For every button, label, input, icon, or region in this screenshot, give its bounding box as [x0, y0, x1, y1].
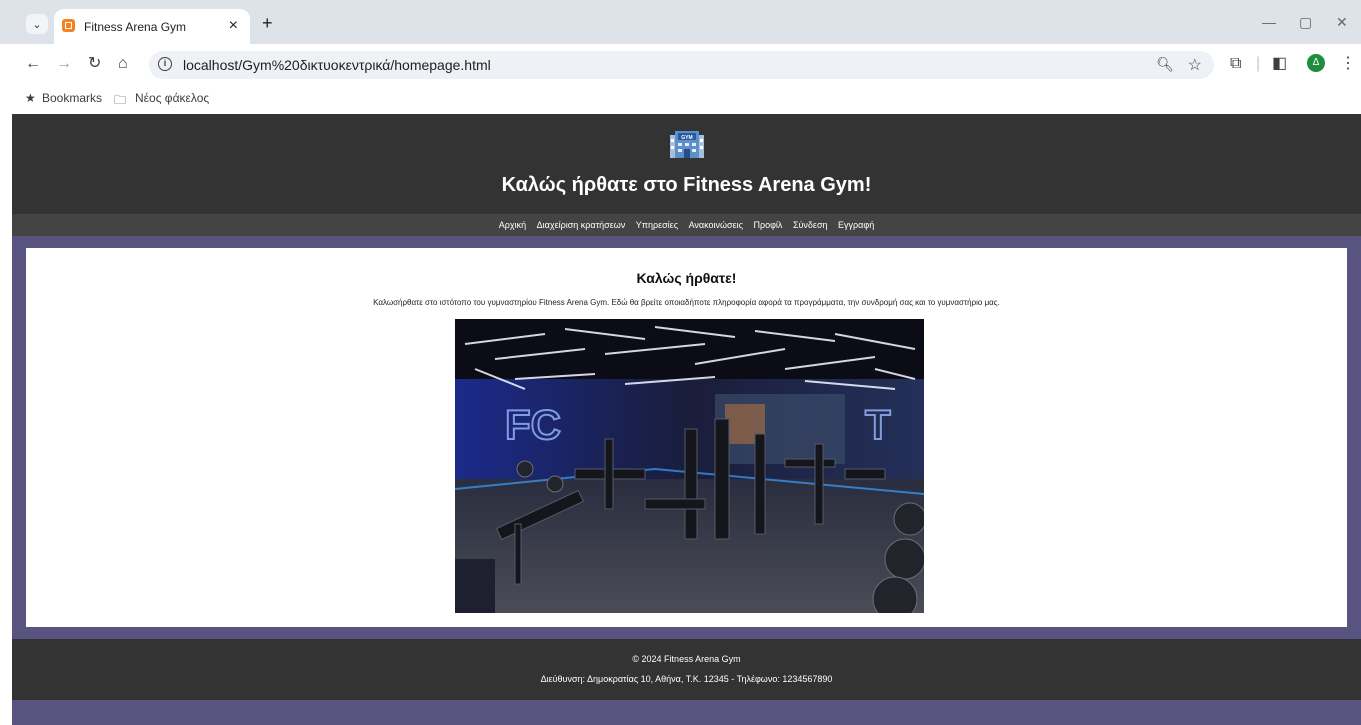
welcome-heading: Καλώς ήρθατε!: [636, 270, 737, 286]
browser-tab[interactable]: Fitness Arena Gym ×: [54, 9, 250, 44]
extensions-icon[interactable]: ⧉: [1230, 54, 1241, 74]
forward-arrow-icon[interactable]: →: [56, 54, 72, 74]
logo-text: GYM: [681, 135, 692, 141]
reload-icon[interactable]: ↻: [88, 54, 101, 74]
bookmarks-label[interactable]: Bookmarks: [42, 91, 102, 105]
gym-interior-image: FC T: [455, 319, 924, 613]
tab-search-button[interactable]: ⌄: [26, 14, 48, 34]
toolbar-divider: |: [1256, 55, 1261, 72]
back-arrow-icon[interactable]: ←: [25, 54, 41, 74]
nav-item-services[interactable]: Υπηρεσίες: [636, 214, 678, 236]
site-header: GYM Καλώς ήρθατε στο Fitness Arena Gym!: [12, 114, 1361, 214]
bookmarks-bar: ★ Bookmarks 🗀 Νέος φάκελος: [0, 84, 1361, 114]
minimize-icon[interactable]: —: [1262, 14, 1276, 30]
site-title: Καλώς ήρθατε στο Fitness Arena Gym!: [501, 174, 872, 196]
nav-item-home[interactable]: Αρχική: [499, 214, 526, 236]
browser-toolbar: ← → ↻ ⌂ i localhost/Gym%20δικτυοκεντρικά…: [0, 44, 1361, 84]
side-panel-icon[interactable]: ◧: [1272, 54, 1287, 74]
tab-title: Fitness Arena Gym: [84, 20, 187, 34]
nav-item-login[interactable]: Σύνδεση: [793, 214, 828, 236]
close-window-icon[interactable]: ✕: [1336, 14, 1348, 31]
home-icon[interactable]: ⌂: [118, 54, 128, 74]
svg-text:T: T: [865, 401, 891, 448]
nav-item-profile[interactable]: Προφίλ: [753, 214, 782, 236]
folder-icon: 🗀: [114, 93, 127, 107]
xampp-favicon-icon: [62, 19, 75, 32]
gym-building-logo-icon: GYM: [670, 131, 704, 158]
nav-item-register[interactable]: Εγγραφή: [838, 214, 874, 236]
nav-item-bookings[interactable]: Διαχείριση κρατήσεων: [537, 214, 626, 236]
footer-address: Διεύθυνση: Δημοκρατίας 10, Αθήνα, Τ.Κ. 1…: [540, 674, 833, 684]
chevron-down-icon: ⌄: [32, 18, 42, 31]
footer-copyright: © 2024 Fitness Arena Gym: [632, 654, 741, 664]
site-footer: © 2024 Fitness Arena Gym Διεύθυνση: Δημο…: [12, 639, 1361, 700]
welcome-text: Καλωσήρθατε στο ιστότοπο του γυμναστηρίο…: [373, 298, 1000, 307]
address-bar[interactable]: i localhost/Gym%20δικτυοκεντρικά/homepag…: [149, 51, 1214, 79]
restore-icon[interactable]: ▢: [1299, 14, 1312, 31]
web-page: GYM Καλώς ήρθατε στο Fitness Arena Gym! …: [12, 114, 1361, 725]
url-text[interactable]: localhost/Gym%20δικτυοκεντρικά/homepage.…: [183, 57, 491, 73]
site-info-icon[interactable]: i: [158, 57, 172, 71]
browser-tab-bar: ⌄ Fitness Arena Gym × + — ▢ ✕: [0, 0, 1361, 44]
close-tab-icon[interactable]: ×: [229, 17, 238, 35]
bookmark-folder[interactable]: Νέος φάκελος: [135, 91, 209, 105]
bookmarks-star-icon: ★: [25, 91, 36, 105]
main-navigation: Αρχική Διαχείριση κρατήσεων Υπηρεσίες Αν…: [12, 214, 1361, 236]
svg-text:FC: FC: [505, 401, 561, 448]
nav-item-announcements[interactable]: Ανακοινώσεις: [689, 214, 743, 236]
profile-avatar[interactable]: Δ: [1307, 54, 1325, 72]
zoom-icon[interactable]: 🔍︎: [1156, 56, 1174, 73]
menu-kebab-icon[interactable]: ⋮: [1340, 54, 1356, 74]
bookmark-star-icon[interactable]: ☆: [1188, 55, 1202, 75]
main-content: Καλώς ήρθατε! Καλωσήρθατε στο ιστότοπο τ…: [26, 248, 1347, 627]
new-tab-button[interactable]: +: [262, 13, 273, 34]
